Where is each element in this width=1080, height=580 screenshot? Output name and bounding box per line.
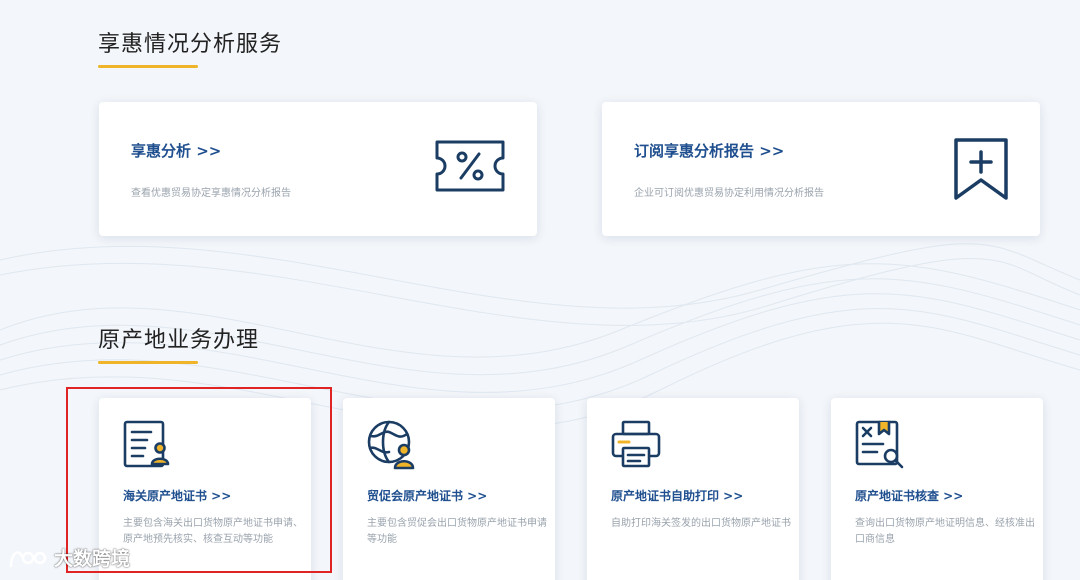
percent-ticket-icon [433,138,507,198]
card-title[interactable]: 原产地证书自助打印 >> [611,487,743,504]
card-title[interactable]: 订阅享惠分析报告 >> [634,140,784,161]
section-title-analysis: 享惠情况分析服务 [98,32,283,57]
card-ccpit-origin-certificate[interactable]: 贸促会原产地证书 >> 主要包含贸促会出口货物原产地证书申请等功能 [343,398,555,580]
card-desc: 企业可订阅优惠贸易协定利用情况分析报告 [634,188,824,199]
globe-person-icon [365,418,419,474]
card-title[interactable]: 原产地证书核查 >> [855,487,963,504]
card-preference-analysis[interactable]: 享惠分析 >> 查看优惠贸易协定享惠情况分析报告 [99,102,537,236]
bookmark-plus-icon [952,136,1010,206]
card-desc: 查询出口货物原产地证明信息、经核准出口商信息 [855,518,1035,545]
card-desc: 主要包含贸促会出口货物原产地证书申请等功能 [367,518,547,545]
certificate-person-icon [121,418,173,474]
watermark: 大数跨境 [8,544,130,571]
card-desc: 主要包含海关出口货物原产地证书申请、原产地预先核实、核查互动等功能 [123,518,303,545]
card-customs-origin-certificate[interactable]: 海关原产地证书 >> 主要包含海关出口货物原产地证书申请、原产地预先核实、核查互… [99,398,311,580]
card-title[interactable]: 海关原产地证书 >> [123,487,231,504]
printer-icon [609,418,663,474]
certificate-search-icon [853,418,907,474]
card-subscribe-report[interactable]: 订阅享惠分析报告 >> 企业可订阅优惠贸易协定利用情况分析报告 [602,102,1040,236]
card-self-print-certificate[interactable]: 原产地证书自助打印 >> 自助打印海关签发的出口货物原产地证书 [587,398,799,580]
section-underline [98,361,198,364]
card-title[interactable]: 贸促会原产地证书 >> [367,487,487,504]
card-desc: 自助打印海关签发的出口货物原产地证书 [611,518,791,529]
watermark-logo-icon [9,550,47,567]
watermark-text: 大数跨境 [54,548,131,570]
section-underline [98,65,198,68]
section-title-origin: 原产地业务办理 [98,328,260,353]
card-certificate-verification[interactable]: 原产地证书核查 >> 查询出口货物原产地证明信息、经核准出口商信息 [831,398,1043,580]
card-desc: 查看优惠贸易协定享惠情况分析报告 [131,188,291,199]
card-title[interactable]: 享惠分析 >> [131,140,221,161]
